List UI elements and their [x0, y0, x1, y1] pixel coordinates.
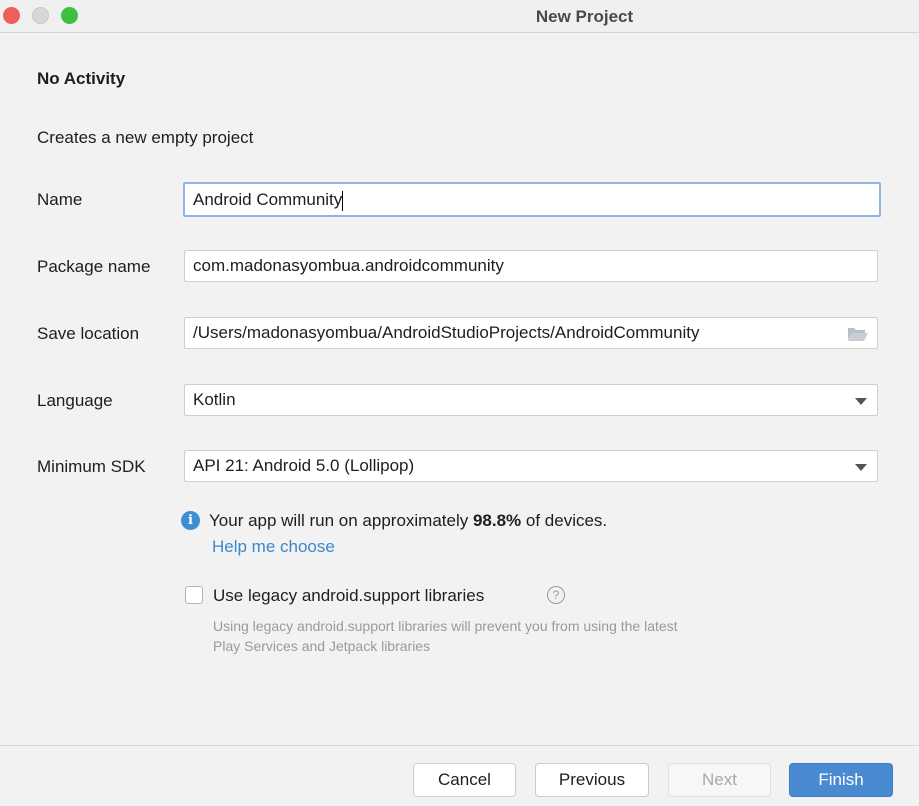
save-location-label: Save location: [37, 324, 140, 343]
help-icon[interactable]: ?: [547, 586, 565, 604]
footer-divider: [0, 745, 919, 746]
language-dropdown[interactable]: Kotlin: [184, 384, 878, 416]
window-title: New Project: [535, 7, 634, 26]
minimum-sdk-dropdown[interactable]: API 21: Android 5.0 (Lollipop): [184, 450, 878, 482]
chevron-down-icon: [855, 464, 867, 471]
legacy-support-label[interactable]: Use legacy android.support libraries: [213, 586, 484, 606]
name-label: Name: [37, 190, 83, 209]
coverage-prefix: Your app will run on approximately: [209, 511, 473, 530]
finish-button[interactable]: Finish: [789, 763, 893, 797]
package-name-label: Package name: [37, 257, 151, 276]
legacy-support-hint: Using legacy android.support libraries w…: [213, 618, 678, 654]
package-name-input[interactable]: com.madonasyombua.androidcommunity: [184, 250, 878, 282]
minimum-sdk-value: API 21: Android 5.0 (Lollipop): [193, 456, 415, 475]
save-location-input[interactable]: /Users/madonasyombua/AndroidStudioProjec…: [184, 317, 878, 349]
title-bar: New Project: [0, 0, 919, 33]
language-value: Kotlin: [193, 390, 236, 409]
cancel-button[interactable]: Cancel: [413, 763, 516, 797]
chevron-down-icon: [855, 398, 867, 405]
previous-button[interactable]: Previous: [535, 763, 649, 797]
name-input[interactable]: Android Community: [183, 182, 881, 217]
minimum-sdk-label: Minimum SDK: [37, 457, 146, 476]
folder-icon[interactable]: [847, 326, 869, 342]
help-me-choose-link[interactable]: Help me choose: [212, 537, 335, 557]
device-coverage-text: Your app will run on approximately 98.8%…: [209, 511, 607, 531]
language-label: Language: [37, 391, 113, 410]
package-name-value: com.madonasyombua.androidcommunity: [193, 256, 504, 275]
save-location-value: /Users/madonasyombua/AndroidStudioProjec…: [193, 323, 700, 342]
text-caret: [342, 190, 344, 211]
page-heading: No Activity: [37, 69, 126, 88]
coverage-percent: 98.8%: [472, 511, 522, 530]
name-input-value: Android Community: [193, 190, 343, 209]
page-description: Creates a new empty project: [37, 128, 254, 147]
legacy-support-checkbox[interactable]: [185, 586, 203, 604]
next-button[interactable]: Next: [668, 763, 771, 797]
coverage-suffix: of devices.: [521, 511, 608, 530]
info-icon: i: [181, 511, 200, 530]
